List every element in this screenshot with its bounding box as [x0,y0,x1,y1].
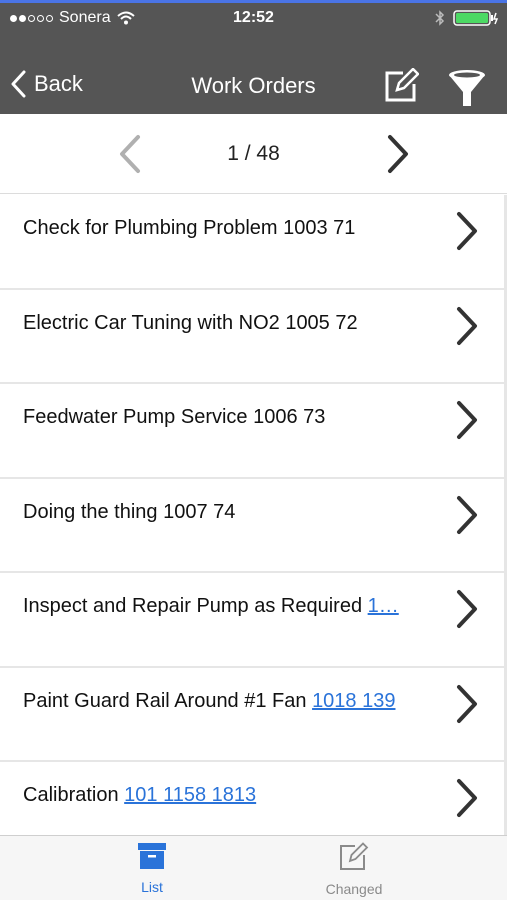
filter-icon [449,70,485,106]
tab-bar: List Changed [0,835,507,900]
next-page-button[interactable] [386,134,412,179]
page-title: Work Orders [191,73,316,98]
work-order-list: Check for Plumbing Problem 1003 71 Elect… [0,195,507,857]
chevron-right-icon [388,135,408,173]
edit-icon [385,67,420,102]
status-bar: Sonera 12:52 [0,6,507,32]
filter-button[interactable] [447,68,487,113]
battery-icon [453,10,499,26]
top-bar: Sonera 12:52 Back Work Orders [0,0,507,114]
list-item[interactable]: Inspect and Repair Pump as Required 1… [0,573,507,668]
chevron-right-icon [457,779,477,817]
edit-icon [340,842,369,870]
list-item[interactable]: Feedwater Pump Service 1006 73 [0,384,507,479]
tab-changed[interactable]: Changed [294,842,414,897]
chevron-right-icon [457,306,477,345]
chevron-right-icon [457,590,477,628]
work-order-title: Calibration 101 1158 1813 [23,784,257,806]
work-order-title: Check for Plumbing Problem 1003 71 [23,217,356,239]
page-indicator: 1 / 48 [227,142,280,165]
nav-bar: Back Work Orders [0,58,507,114]
tab-list[interactable]: List [92,842,212,895]
chevron-right-icon [457,212,477,250]
pagination: 1 / 48 [0,114,507,194]
list-item[interactable]: Paint Guard Rail Around #1 Fan 1018 139 [0,667,507,762]
work-order-title: Feedwater Pump Service 1006 73 [23,406,326,428]
chevron-right-icon [457,401,477,439]
work-order-title: Electric Car Tuning with NO2 1005 72 [23,311,358,334]
work-order-title: Paint Guard Rail Around #1 Fan 1018 139 [23,689,396,712]
list-item[interactable]: Doing the thing 1007 74 [0,478,507,573]
status-right [435,10,499,26]
archive-box-icon [138,843,166,869]
bluetooth-icon [435,10,445,26]
chevron-right-icon [457,684,477,723]
list-item[interactable]: Check for Plumbing Problem 1003 71 [0,195,507,290]
work-order-title: Doing the thing 1007 74 [23,500,236,523]
status-time: 12:52 [233,9,274,26]
edit-button[interactable] [383,67,420,109]
list-item[interactable]: Electric Car Tuning with NO2 1005 72 [0,289,507,384]
tab-list-label: List [141,879,163,895]
chevron-right-icon [457,495,477,534]
work-order-title: Inspect and Repair Pump as Required 1… [23,595,399,617]
tab-changed-label: Changed [325,881,383,897]
